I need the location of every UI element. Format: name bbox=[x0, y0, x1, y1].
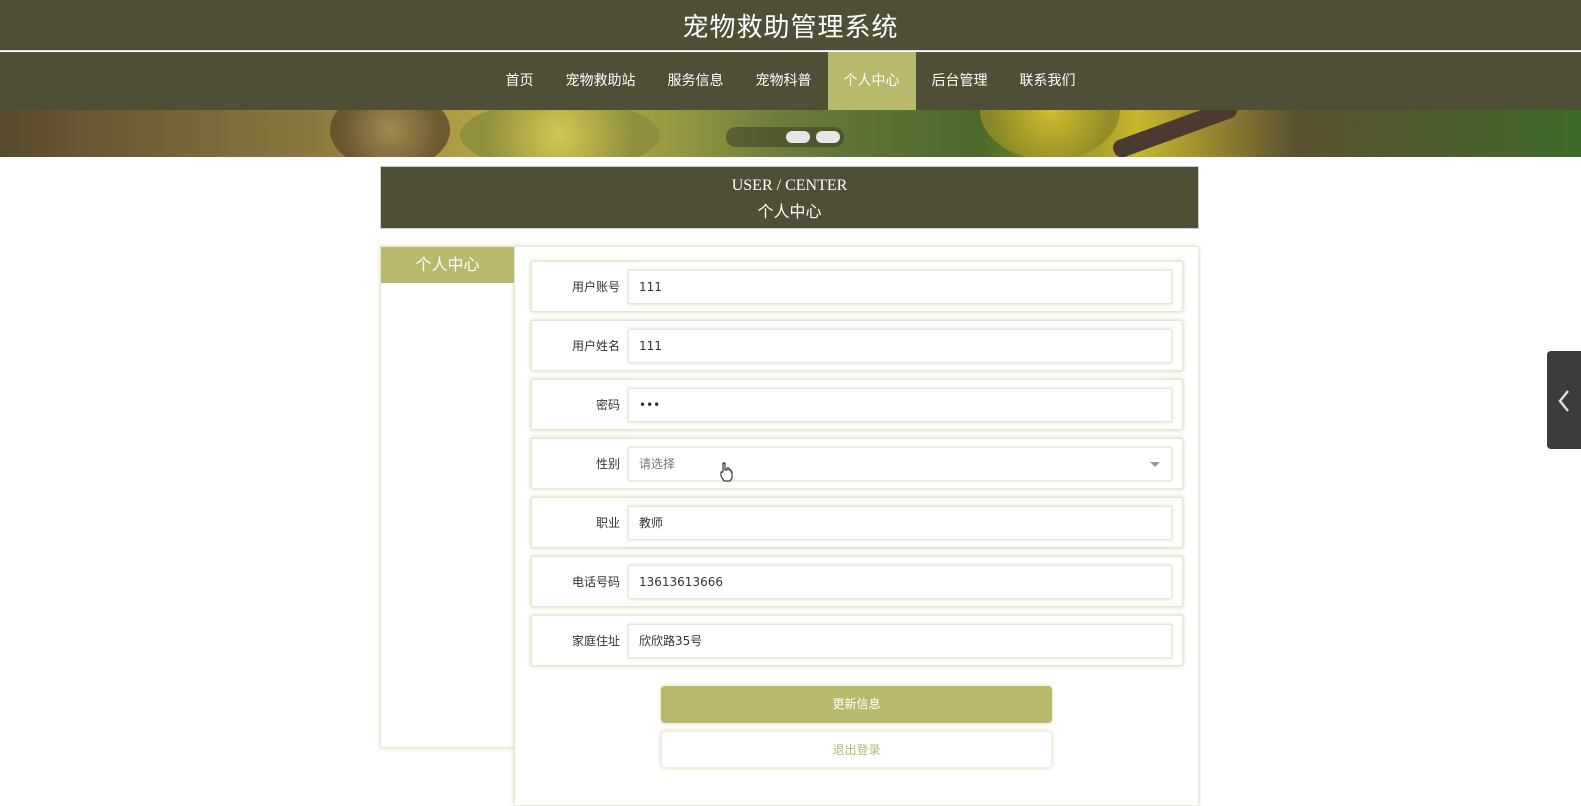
form-row-name: 用户姓名 111 bbox=[531, 320, 1183, 371]
occupation-input[interactable]: 教师 bbox=[628, 506, 1172, 540]
nav-item-rescue-station[interactable]: 宠物救助站 bbox=[550, 52, 652, 110]
site-title: 宠物救助管理系统 bbox=[682, 12, 899, 43]
banner-image-detail bbox=[1110, 110, 1240, 157]
nav-item-contact[interactable]: 联系我们 bbox=[1004, 52, 1092, 110]
address-input[interactable]: 欣欣路35号 bbox=[628, 624, 1172, 658]
carousel-dot[interactable] bbox=[816, 131, 840, 143]
site-header: 宠物救助管理系统 bbox=[0, 0, 1581, 51]
nav-item-service-info[interactable]: 服务信息 bbox=[652, 52, 740, 110]
gender-select[interactable]: 请选择 bbox=[628, 447, 1172, 481]
password-input[interactable]: ••• bbox=[628, 388, 1172, 422]
field-label: 职业 bbox=[595, 516, 620, 530]
banner-image-detail bbox=[330, 110, 450, 157]
account-input[interactable]: 111 bbox=[628, 270, 1172, 304]
form-row-password: 密码 ••• bbox=[531, 379, 1183, 430]
sidebar-item-user-center[interactable]: 个人中心 bbox=[381, 247, 514, 283]
nav-item-home[interactable]: 首页 bbox=[490, 52, 550, 110]
banner-image-detail bbox=[460, 110, 660, 157]
carousel-indicators bbox=[726, 127, 844, 147]
carousel-dot[interactable] bbox=[786, 131, 810, 143]
nav-item-admin[interactable]: 后台管理 bbox=[916, 52, 1004, 110]
form-row-account: 用户账号 111 bbox=[531, 261, 1183, 312]
field-label: 密码 bbox=[595, 398, 620, 412]
form-row-occupation: 职业 教师 bbox=[531, 497, 1183, 548]
field-label: 用户账号 bbox=[571, 280, 620, 294]
nav-item-user-center[interactable]: 个人中心 bbox=[827, 52, 916, 110]
field-label: 用户姓名 bbox=[571, 339, 620, 353]
update-info-button[interactable]: 更新信息 bbox=[661, 686, 1052, 723]
mouse-pointer-icon bbox=[720, 462, 733, 482]
section-title-en: USER / CENTER bbox=[731, 177, 848, 194]
form-row-phone: 电话号码 13613613666 bbox=[531, 556, 1183, 607]
nav-item-pet-science[interactable]: 宠物科普 bbox=[740, 52, 828, 110]
chevron-down-icon bbox=[1150, 462, 1160, 467]
chevron-left-icon bbox=[1558, 390, 1569, 412]
main-nav: 首页 宠物救助站 服务信息 宠物科普 个人中心 后台管理 联系我们 bbox=[0, 52, 1581, 110]
section-title: USER / CENTER 个人中心 bbox=[380, 166, 1199, 229]
sidebar: 个人中心 bbox=[380, 246, 515, 748]
form-row-address: 家庭住址 欣欣路35号 bbox=[531, 615, 1183, 666]
field-label: 性别 bbox=[595, 457, 620, 471]
section-title-zh: 个人中心 bbox=[757, 202, 822, 221]
side-panel-toggle[interactable] bbox=[1547, 351, 1581, 449]
form-row-gender: 性别 请选择 bbox=[531, 438, 1183, 489]
phone-input[interactable]: 13613613666 bbox=[628, 565, 1172, 599]
field-label: 家庭住址 bbox=[571, 634, 620, 648]
name-input[interactable]: 111 bbox=[628, 329, 1172, 363]
banner-image-detail bbox=[980, 110, 1120, 157]
logout-button[interactable]: 退出登录 bbox=[661, 731, 1052, 768]
field-label: 电话号码 bbox=[571, 575, 620, 589]
